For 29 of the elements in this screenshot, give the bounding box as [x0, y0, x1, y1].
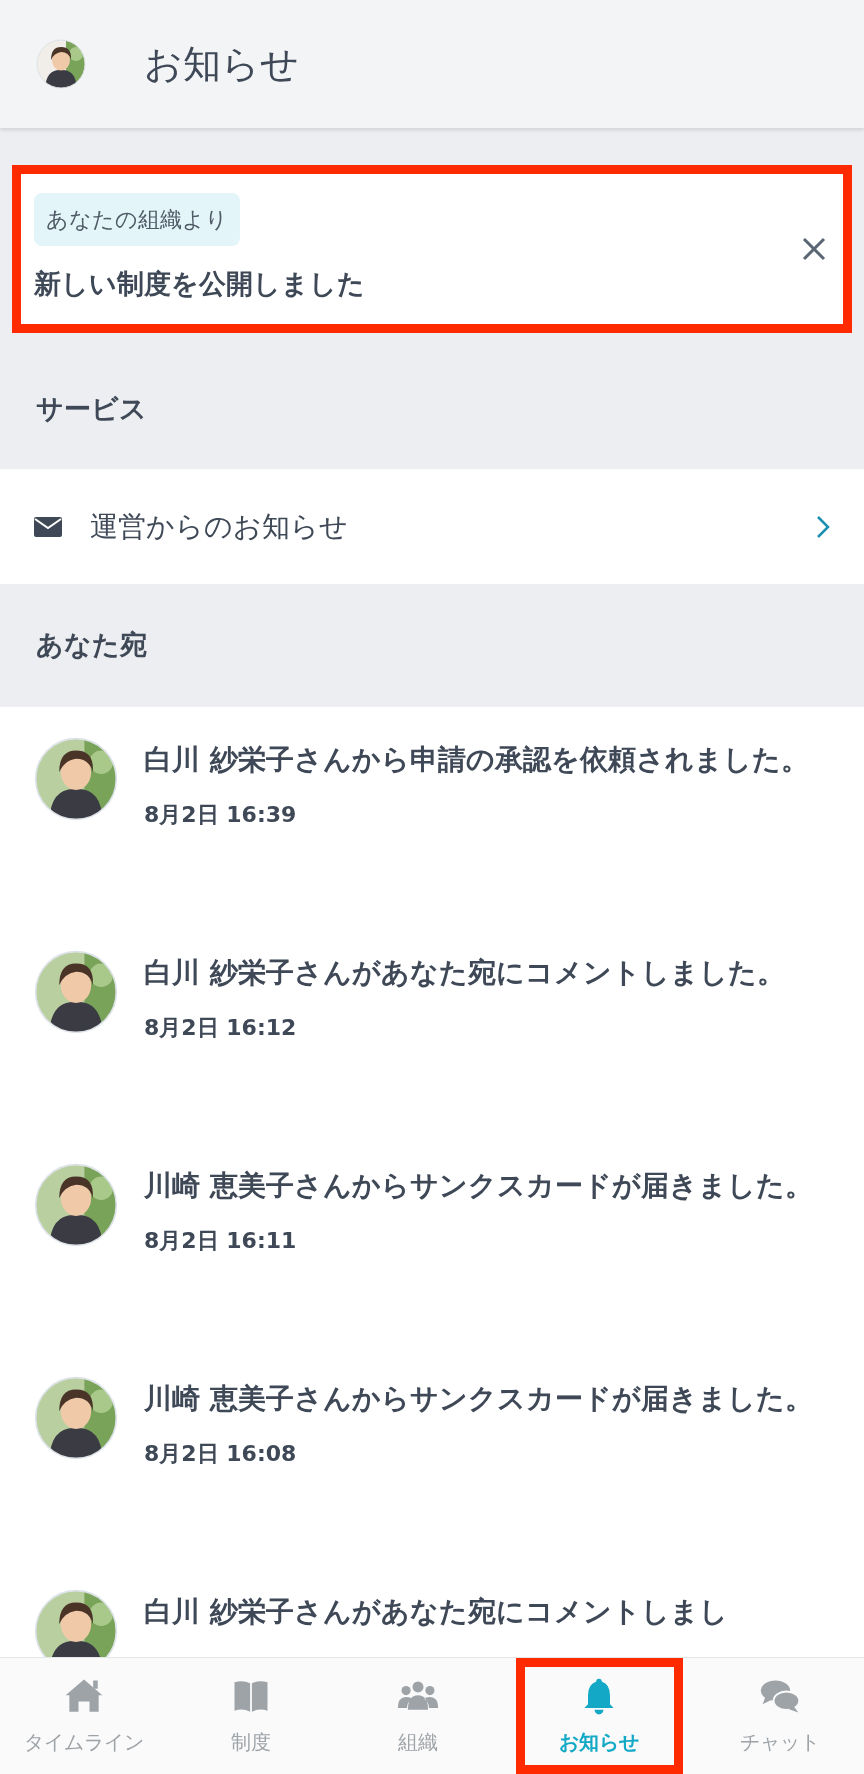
- tab-label: タイムライン: [23, 1729, 144, 1756]
- notification-text: 白川 紗栄子さんがあなた宛にコメントしまし: [144, 1594, 728, 1630]
- timestamp: 8月2日 16:08: [144, 1440, 298, 1468]
- service-row[interactable]: 運営からのお知らせ: [0, 469, 864, 584]
- notification-item[interactable]: 川崎 恵美子さんからサンクスカードが届きました。 8月2日 16:11: [0, 1133, 864, 1346]
- tab-label: お知らせ: [559, 1729, 640, 1756]
- close-icon[interactable]: [802, 237, 826, 261]
- announcement-card[interactable]: あなたの組織より 新しい制度を公開しました: [12, 165, 852, 333]
- notification-item[interactable]: 川崎 恵美子さんからサンクスカードが届きました。 8月2日 16:08: [0, 1346, 864, 1559]
- announcement-title: 新しい制度を公開しました: [34, 267, 365, 302]
- notification-item[interactable]: 白川 紗栄子さんがあなた宛にコメントしました。 8月2日 16:12: [0, 920, 864, 1133]
- page-title: お知らせ: [144, 40, 299, 88]
- tab-label: チャット: [740, 1729, 821, 1756]
- timestamp: 8月2日 16:11: [144, 1227, 298, 1255]
- timestamp: 8月2日 16:12: [144, 1014, 298, 1042]
- notification-text: 川崎 恵美子さんからサンクスカードが届きました。: [144, 1381, 813, 1417]
- row-label: 運営からのお知らせ: [90, 508, 349, 545]
- source-tag: あなたの組織より: [34, 193, 240, 247]
- timestamp: 8月2日 16:39: [144, 801, 298, 829]
- notification-text: 白川 紗栄子さんがあなた宛にコメントしました。: [144, 955, 785, 991]
- tab-label: 組織: [398, 1729, 438, 1756]
- mail-icon: [34, 516, 62, 537]
- notification-text: 白川 紗栄子さんから申請の承認を依頼されました。: [144, 742, 809, 778]
- section-heading: あなた宛: [35, 628, 148, 663]
- section-heading: サービス: [35, 391, 148, 426]
- notification-text: 川崎 恵美子さんからサンクスカードが届きました。: [144, 1168, 813, 1204]
- notification-item[interactable]: 白川 紗栄子さんから申請の承認を依頼されました。 8月2日 16:39: [0, 707, 864, 920]
- tab-label: 制度: [230, 1729, 271, 1756]
- chevron-right-icon: [816, 514, 830, 539]
